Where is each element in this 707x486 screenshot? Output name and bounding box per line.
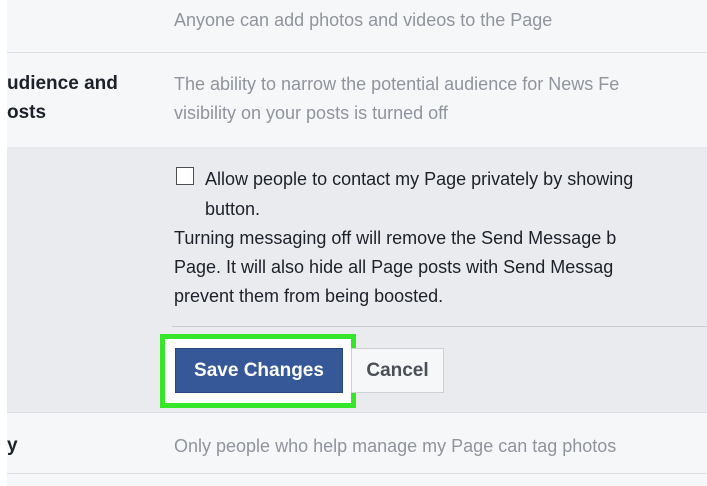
- cancel-button[interactable]: Cancel: [351, 348, 444, 393]
- tagging-label: y: [7, 435, 18, 456]
- row-divider: [7, 473, 707, 474]
- messaging-help-line3: prevent them from being boosted.: [174, 286, 444, 306]
- settings-row-audience[interactable]: udience and osts The ability to narrow t…: [7, 53, 707, 147]
- page-settings-panel: Anyone can add photos and videos to the …: [7, 0, 707, 486]
- audience-description-line2: visibility on your posts is turned off: [174, 103, 448, 123]
- audience-description-line1: The ability to narrow the potential audi…: [174, 74, 620, 94]
- tagging-description: Only people who help manage my Page can …: [174, 436, 617, 456]
- settings-row-tagging[interactable]: y Only people who help manage my Page ca…: [7, 413, 707, 473]
- allow-messages-checkbox[interactable]: [176, 167, 194, 185]
- visitor-posts-description: Anyone can add photos and videos to the …: [174, 10, 553, 30]
- edit-section-divider: [172, 326, 707, 327]
- allow-messages-label-line2[interactable]: button.: [205, 195, 260, 223]
- allow-messages-label-line1[interactable]: Allow people to contact my Page privatel…: [205, 165, 633, 193]
- save-changes-button[interactable]: Save Changes: [175, 348, 343, 393]
- audience-label-line1: udience and: [7, 73, 118, 94]
- messaging-help-line2: Page. It will also hide all Page posts w…: [174, 257, 614, 277]
- audience-label-line2: osts: [7, 102, 47, 123]
- settings-row-visitor-posts[interactable]: Anyone can add photos and videos to the …: [7, 0, 707, 52]
- messaging-help-line1: Turning messaging off will remove the Se…: [174, 228, 617, 248]
